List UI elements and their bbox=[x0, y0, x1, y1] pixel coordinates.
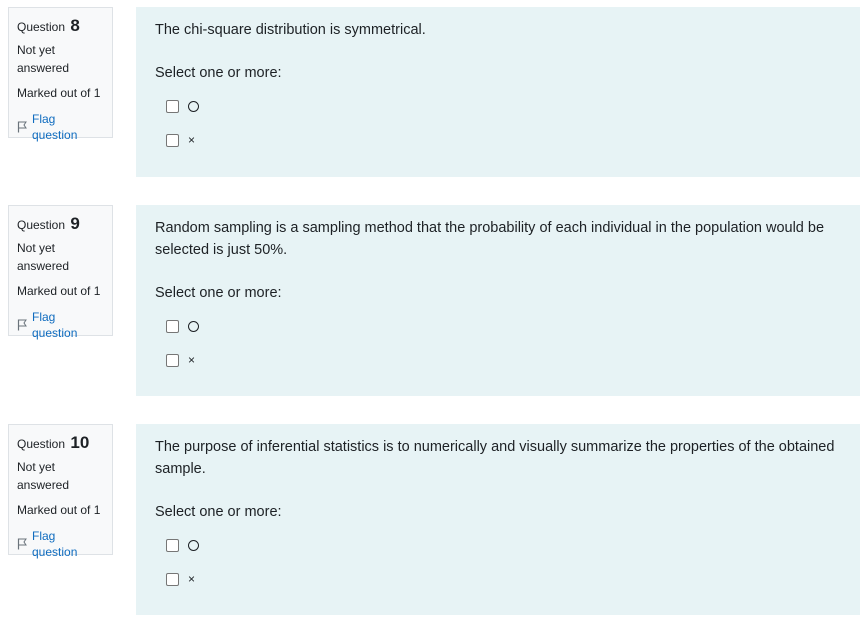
question-grade: Marked out of 1 bbox=[17, 503, 101, 517]
question-text: The purpose of inferential statistics is… bbox=[155, 439, 835, 477]
question-number: Question 9 bbox=[17, 214, 104, 235]
circle-icon bbox=[188, 99, 199, 113]
question-text: The chi-square distribution is symmetric… bbox=[155, 22, 426, 38]
question-content: The purpose of inferential statistics is… bbox=[136, 424, 860, 615]
cross-label: × bbox=[188, 133, 196, 147]
question-label: Question bbox=[17, 437, 66, 451]
answer-prompt: Select one or more: bbox=[155, 504, 282, 520]
question-number-value: 9 bbox=[70, 214, 80, 233]
question-label: Question bbox=[17, 20, 66, 34]
answer-prompt: Select one or more: bbox=[155, 285, 282, 301]
cross-label: × bbox=[188, 353, 196, 367]
answer-option-cross: × bbox=[155, 123, 840, 157]
answer-checkbox[interactable] bbox=[166, 319, 179, 333]
answer-option-cross: × bbox=[155, 343, 840, 377]
answer-options: × bbox=[155, 309, 840, 377]
question-number: Question 10 bbox=[17, 433, 104, 454]
question-text: Random sampling is a sampling method tha… bbox=[155, 220, 825, 258]
question-number-value: 8 bbox=[70, 16, 80, 35]
circle-icon bbox=[188, 319, 199, 333]
question-info: Question 9 Not yet answered Marked out o… bbox=[8, 205, 113, 340]
question-grade: Marked out of 1 bbox=[17, 86, 101, 100]
answer-checkbox[interactable] bbox=[166, 99, 179, 113]
question-number: Question 8 bbox=[17, 16, 104, 37]
question-label: Question bbox=[17, 218, 66, 232]
answer-checkbox[interactable] bbox=[166, 353, 179, 367]
flag-label: Flag question bbox=[32, 310, 78, 340]
flag-icon bbox=[17, 319, 27, 331]
flag-question-link[interactable]: Flag question bbox=[17, 309, 104, 341]
flag-label: Flag question bbox=[32, 112, 78, 142]
answer-checkbox[interactable] bbox=[166, 572, 179, 586]
answer-option-circle bbox=[155, 89, 840, 123]
flag-label: Flag question bbox=[32, 529, 78, 559]
answer-option-cross: × bbox=[155, 562, 840, 596]
circle-icon bbox=[188, 538, 199, 552]
flag-question-link[interactable]: Flag question bbox=[17, 528, 104, 560]
flag-icon bbox=[17, 538, 27, 550]
answer-checkbox[interactable] bbox=[166, 538, 179, 552]
question-content: Random sampling is a sampling method tha… bbox=[136, 205, 860, 396]
answer-options: × bbox=[155, 89, 840, 157]
flag-question-link[interactable]: Flag question bbox=[17, 111, 104, 143]
question-state: Not yet answered bbox=[17, 43, 70, 75]
cross-label: × bbox=[188, 572, 196, 586]
answer-checkbox[interactable] bbox=[166, 133, 179, 147]
question-grade: Marked out of 1 bbox=[17, 284, 101, 298]
question-state: Not yet answered bbox=[17, 460, 70, 492]
question-number-value: 10 bbox=[70, 433, 90, 452]
answer-prompt: Select one or more: bbox=[155, 65, 282, 81]
question-info: Question 8 Not yet answered Marked out o… bbox=[8, 7, 113, 142]
flag-icon bbox=[17, 121, 27, 133]
answer-option-circle bbox=[155, 528, 840, 562]
answer-option-circle bbox=[155, 309, 840, 343]
question-content: The chi-square distribution is symmetric… bbox=[136, 7, 860, 177]
answer-options: × bbox=[155, 528, 840, 596]
question-state: Not yet answered bbox=[17, 241, 70, 273]
question-info: Question 10 Not yet answered Marked out … bbox=[8, 424, 113, 559]
